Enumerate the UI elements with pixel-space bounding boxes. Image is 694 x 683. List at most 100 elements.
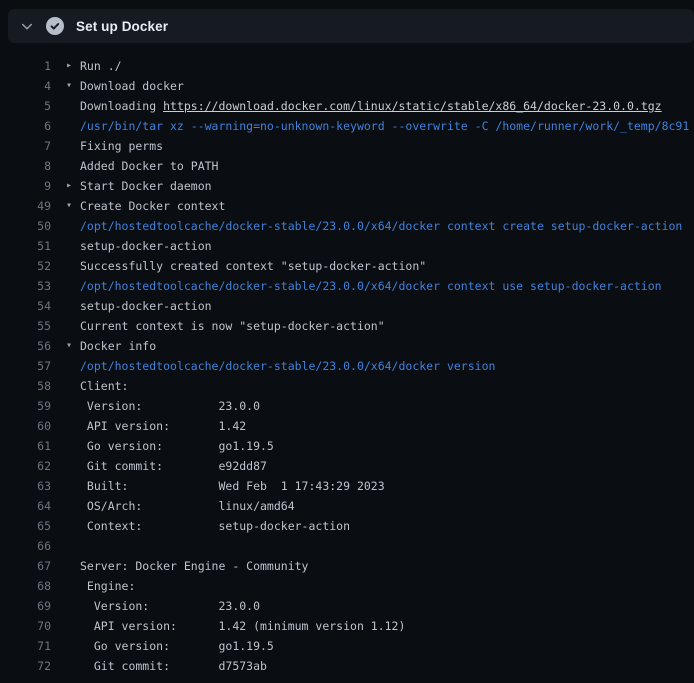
log-segment: Git commit: e92dd87 — [80, 459, 267, 473]
line-number[interactable]: 7 — [0, 139, 51, 153]
log-segment: OS/Arch: linux/amd64 — [80, 499, 295, 513]
line-number[interactable]: 55 — [0, 319, 51, 333]
log-segment: Git commit: d7573ab — [80, 659, 267, 673]
line-number[interactable]: 54 — [0, 299, 51, 313]
log-row: 58 Client: — [0, 376, 694, 396]
line-number[interactable]: 9 — [0, 179, 51, 193]
log-row: 61 Go version: go1.19.5 — [0, 436, 694, 456]
log-text: Start Docker daemon — [80, 179, 694, 193]
log-group-row[interactable]: 1 ▸ Run ./ — [0, 56, 694, 76]
line-number[interactable]: 66 — [0, 539, 51, 553]
log-row: 72 Git commit: d7573ab — [0, 656, 694, 676]
line-number[interactable]: 8 — [0, 159, 51, 173]
log-segment: /opt/hostedtoolcache/docker-stable/23.0.… — [80, 219, 682, 233]
log-text: Added Docker to PATH — [80, 159, 694, 173]
log-text: Git commit: e92dd87 — [80, 459, 694, 473]
chevron-down-icon[interactable] — [19, 18, 35, 34]
log-row: 64 OS/Arch: linux/amd64 — [0, 496, 694, 516]
log-segment: Server: Docker Engine - Community — [80, 559, 308, 573]
line-number[interactable]: 6 — [0, 119, 51, 133]
line-number[interactable]: 70 — [0, 619, 51, 633]
log-row: 50 /opt/hostedtoolcache/docker-stable/23… — [0, 216, 694, 236]
line-number[interactable]: 51 — [0, 239, 51, 253]
line-number[interactable]: 50 — [0, 219, 51, 233]
log-row: 71 Go version: go1.19.5 — [0, 636, 694, 656]
line-number[interactable]: 56 — [0, 339, 51, 353]
log-segment: Go version: go1.19.5 — [80, 639, 274, 653]
group-caret-icon[interactable]: ▾ — [51, 76, 80, 96]
line-number[interactable]: 65 — [0, 519, 51, 533]
log-segment: Version: 23.0.0 — [80, 599, 260, 613]
log-group-row[interactable]: 49 ▾ Create Docker context — [0, 196, 694, 216]
log-link[interactable]: https://download.docker.com/linux/static… — [163, 99, 662, 113]
line-number[interactable]: 68 — [0, 579, 51, 593]
log-text: setup-docker-action — [80, 299, 694, 313]
line-number[interactable]: 58 — [0, 379, 51, 393]
log-row: 6 /usr/bin/tar xz --warning=no-unknown-k… — [0, 116, 694, 136]
line-number[interactable]: 5 — [0, 99, 51, 113]
log-segment: API version: 1.42 — [80, 419, 246, 433]
log-segment: API version: 1.42 (minimum version 1.12) — [80, 619, 405, 633]
line-number[interactable]: 59 — [0, 399, 51, 413]
line-number[interactable]: 53 — [0, 279, 51, 293]
log-text: OS/Arch: linux/amd64 — [80, 499, 694, 513]
log-row: 52 Successfully created context "setup-d… — [0, 256, 694, 276]
line-number[interactable]: 63 — [0, 479, 51, 493]
log-row: 55 Current context is now "setup-docker-… — [0, 316, 694, 336]
log-segment: Client: — [80, 379, 128, 393]
line-number[interactable]: 49 — [0, 199, 51, 213]
line-number[interactable]: 57 — [0, 359, 51, 373]
line-number[interactable]: 72 — [0, 659, 51, 673]
log-segment: Create Docker context — [80, 199, 225, 213]
log-segment: /opt/hostedtoolcache/docker-stable/23.0.… — [80, 279, 662, 293]
log-segment: Built: Wed Feb 1 17:43:29 2023 — [80, 479, 385, 493]
log-text: API version: 1.42 — [80, 419, 694, 433]
log-text: Run ./ — [80, 59, 694, 73]
log-text: /usr/bin/tar xz --warning=no-unknown-key… — [80, 119, 694, 133]
line-number[interactable]: 64 — [0, 499, 51, 513]
log-segment: Version: 23.0.0 — [80, 399, 260, 413]
log-row: 63 Built: Wed Feb 1 17:43:29 2023 — [0, 476, 694, 496]
line-number[interactable]: 67 — [0, 559, 51, 573]
log-text: Version: 23.0.0 — [80, 599, 694, 613]
log-row: 70 API version: 1.42 (minimum version 1.… — [0, 616, 694, 636]
group-caret-icon[interactable]: ▾ — [51, 196, 80, 216]
line-number[interactable]: 62 — [0, 459, 51, 473]
log-group-row[interactable]: 56 ▾ Docker info — [0, 336, 694, 356]
log-segment: Download docker — [80, 79, 184, 93]
line-number[interactable]: 69 — [0, 599, 51, 613]
line-number[interactable]: 1 — [0, 59, 51, 73]
log-text: Current context is now "setup-docker-act… — [80, 319, 694, 333]
group-caret-icon[interactable]: ▸ — [51, 176, 80, 196]
line-number[interactable]: 52 — [0, 259, 51, 273]
log-text: Docker info — [80, 339, 694, 353]
log-row: 54 setup-docker-action — [0, 296, 694, 316]
log-row: 68 Engine: — [0, 576, 694, 596]
log-text: Go version: go1.19.5 — [80, 439, 694, 453]
log-text: Client: — [80, 379, 694, 393]
log-text: Fixing perms — [80, 139, 694, 153]
line-number[interactable]: 4 — [0, 79, 51, 93]
log-segment: Docker info — [80, 339, 156, 353]
log-text: Version: 23.0.0 — [80, 399, 694, 413]
line-number[interactable]: 60 — [0, 419, 51, 433]
log-row: 57 /opt/hostedtoolcache/docker-stable/23… — [0, 356, 694, 376]
log-row: 51 setup-docker-action — [0, 236, 694, 256]
log-segment: Added Docker to PATH — [80, 159, 218, 173]
log-segment: Go version: go1.19.5 — [80, 439, 274, 453]
log-row: 66 — [0, 536, 694, 556]
log-row: 62 Git commit: e92dd87 — [0, 456, 694, 476]
log-view: 1 ▸ Run ./ 4 ▾ Download docker 5 Downloa… — [0, 43, 694, 676]
line-number[interactable]: 61 — [0, 439, 51, 453]
log-group-row[interactable]: 4 ▾ Download docker — [0, 76, 694, 96]
step-title: Set up Docker — [76, 19, 168, 34]
log-group-row[interactable]: 9 ▸ Start Docker daemon — [0, 176, 694, 196]
line-number[interactable]: 71 — [0, 639, 51, 653]
step-header-bar[interactable]: Set up Docker — [8, 9, 694, 43]
log-text: setup-docker-action — [80, 239, 694, 253]
group-caret-icon[interactable]: ▾ — [51, 336, 80, 356]
log-segment: setup-docker-action — [80, 299, 212, 313]
group-caret-icon[interactable]: ▸ — [51, 56, 80, 76]
log-row: 53 /opt/hostedtoolcache/docker-stable/23… — [0, 276, 694, 296]
log-text: Create Docker context — [80, 199, 694, 213]
